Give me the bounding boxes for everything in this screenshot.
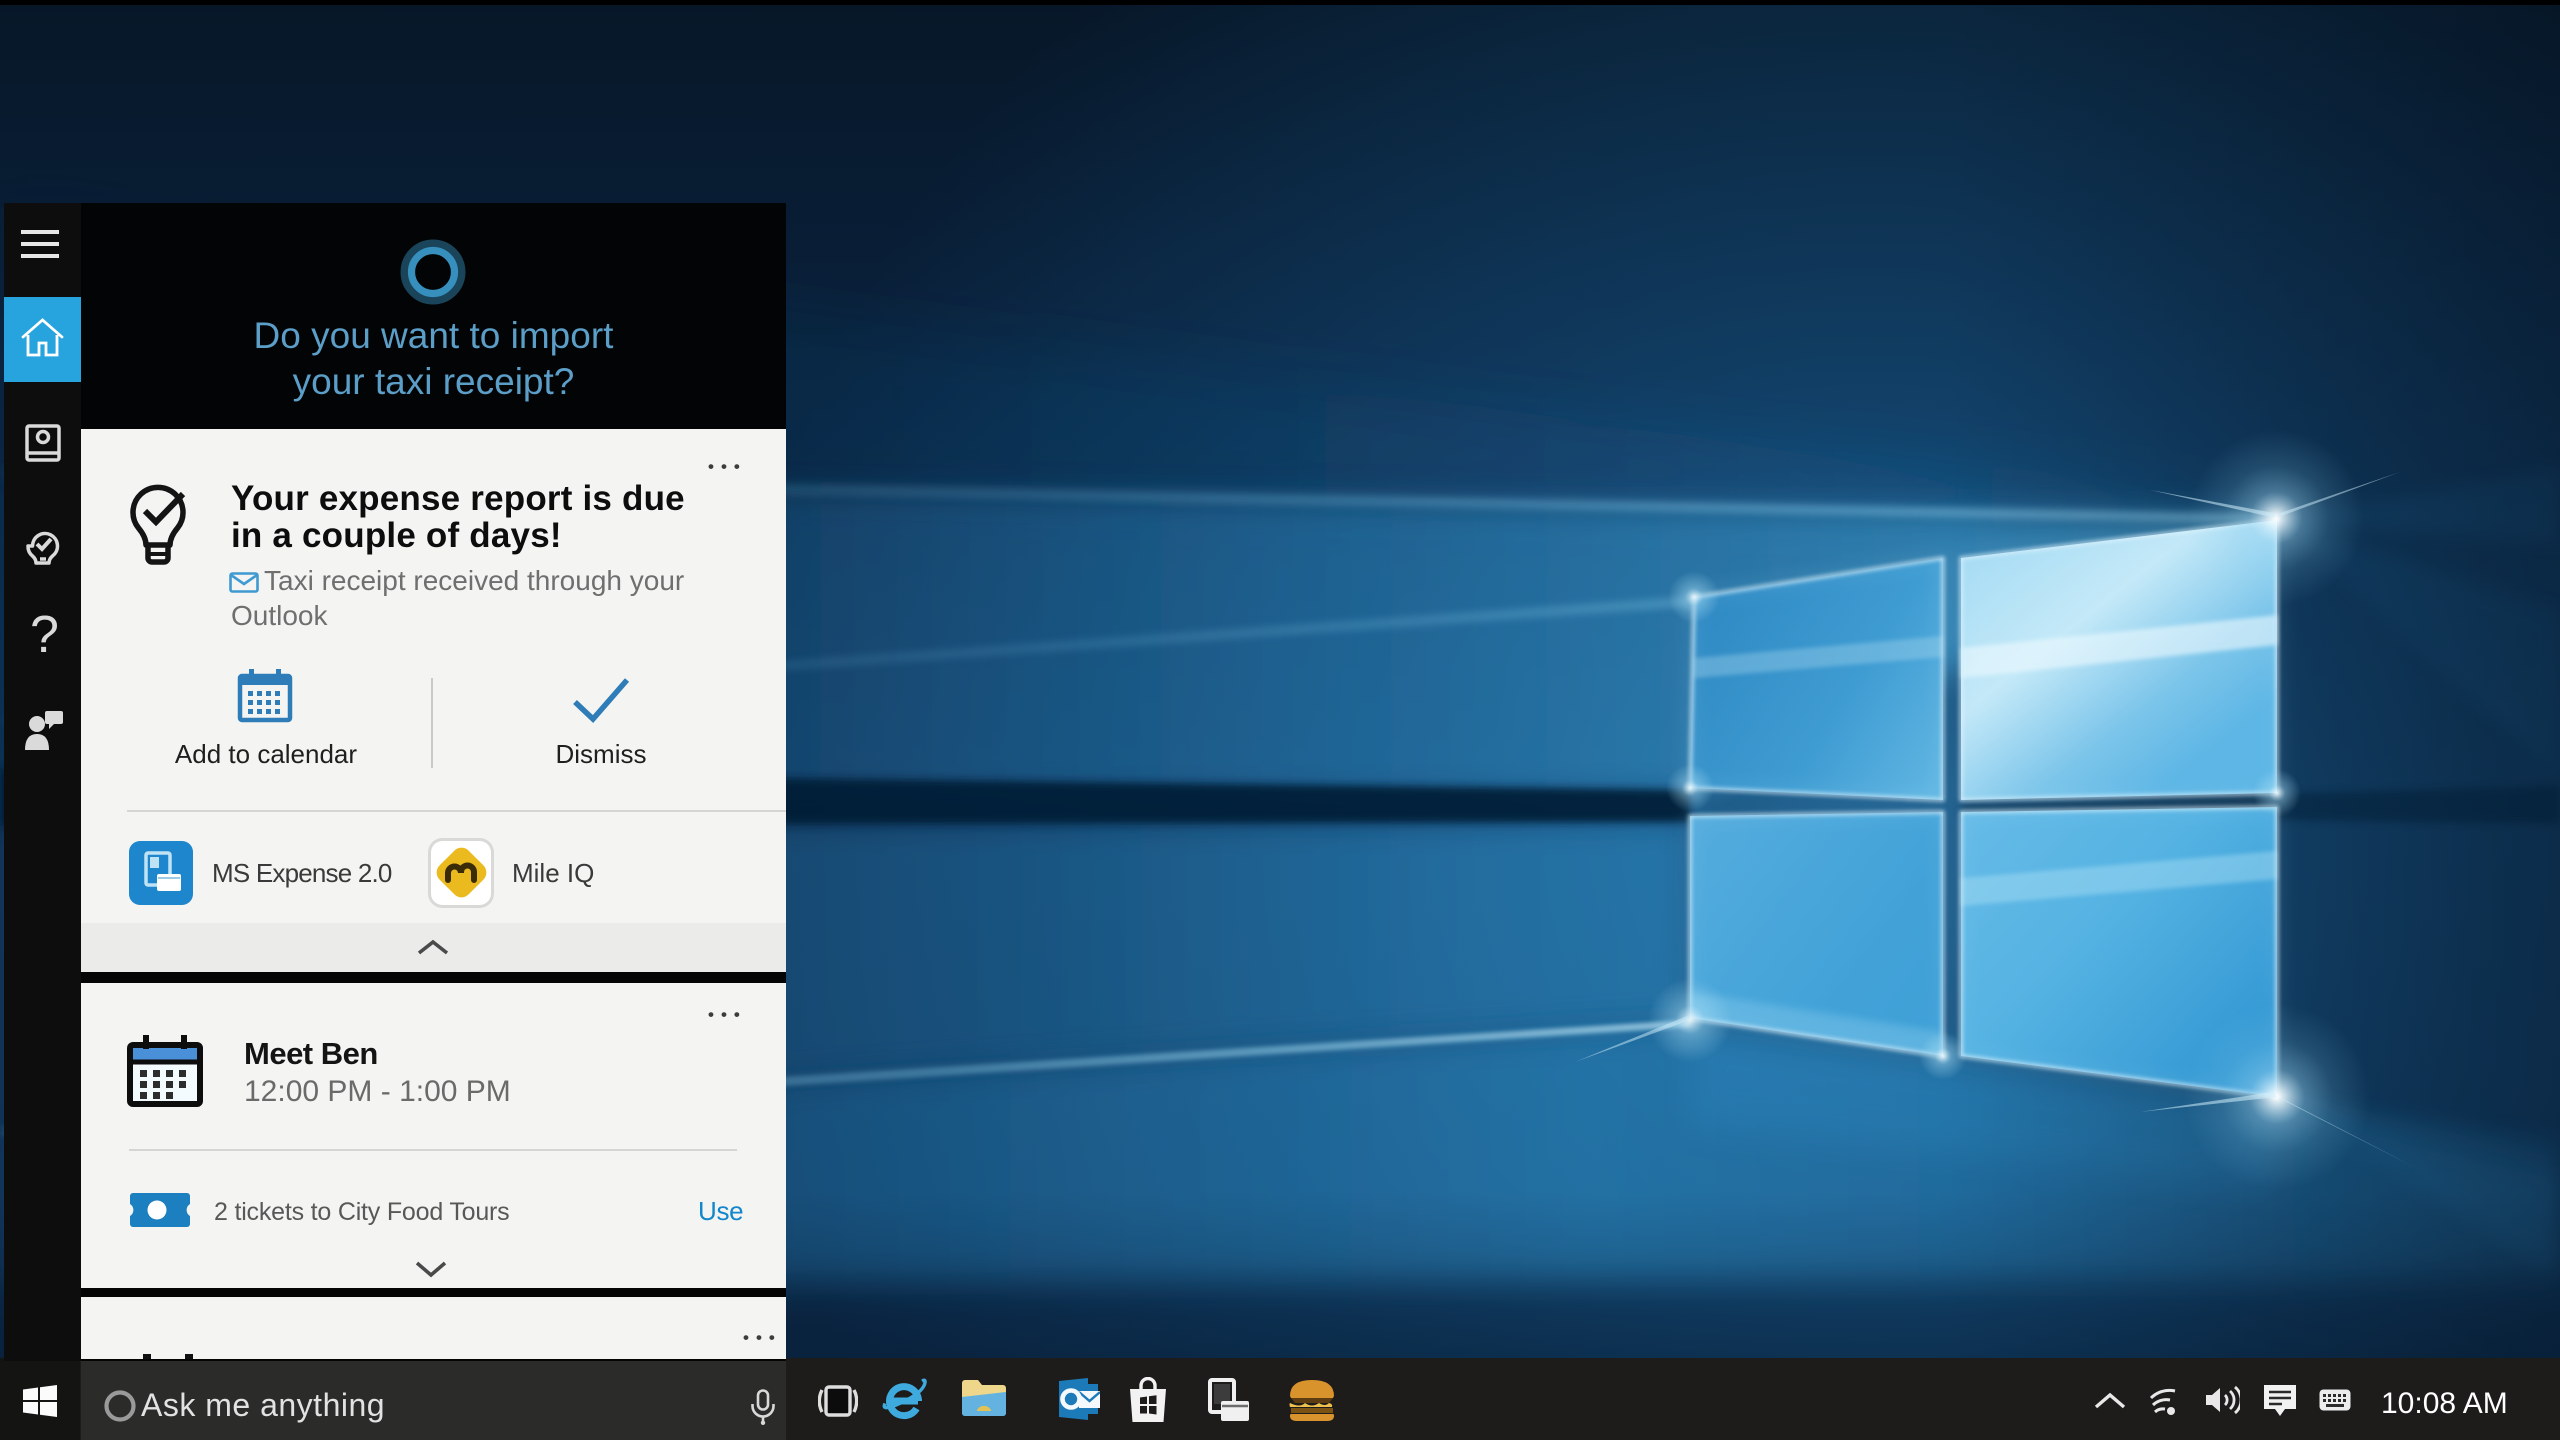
svg-text:?: ? bbox=[30, 606, 59, 664]
